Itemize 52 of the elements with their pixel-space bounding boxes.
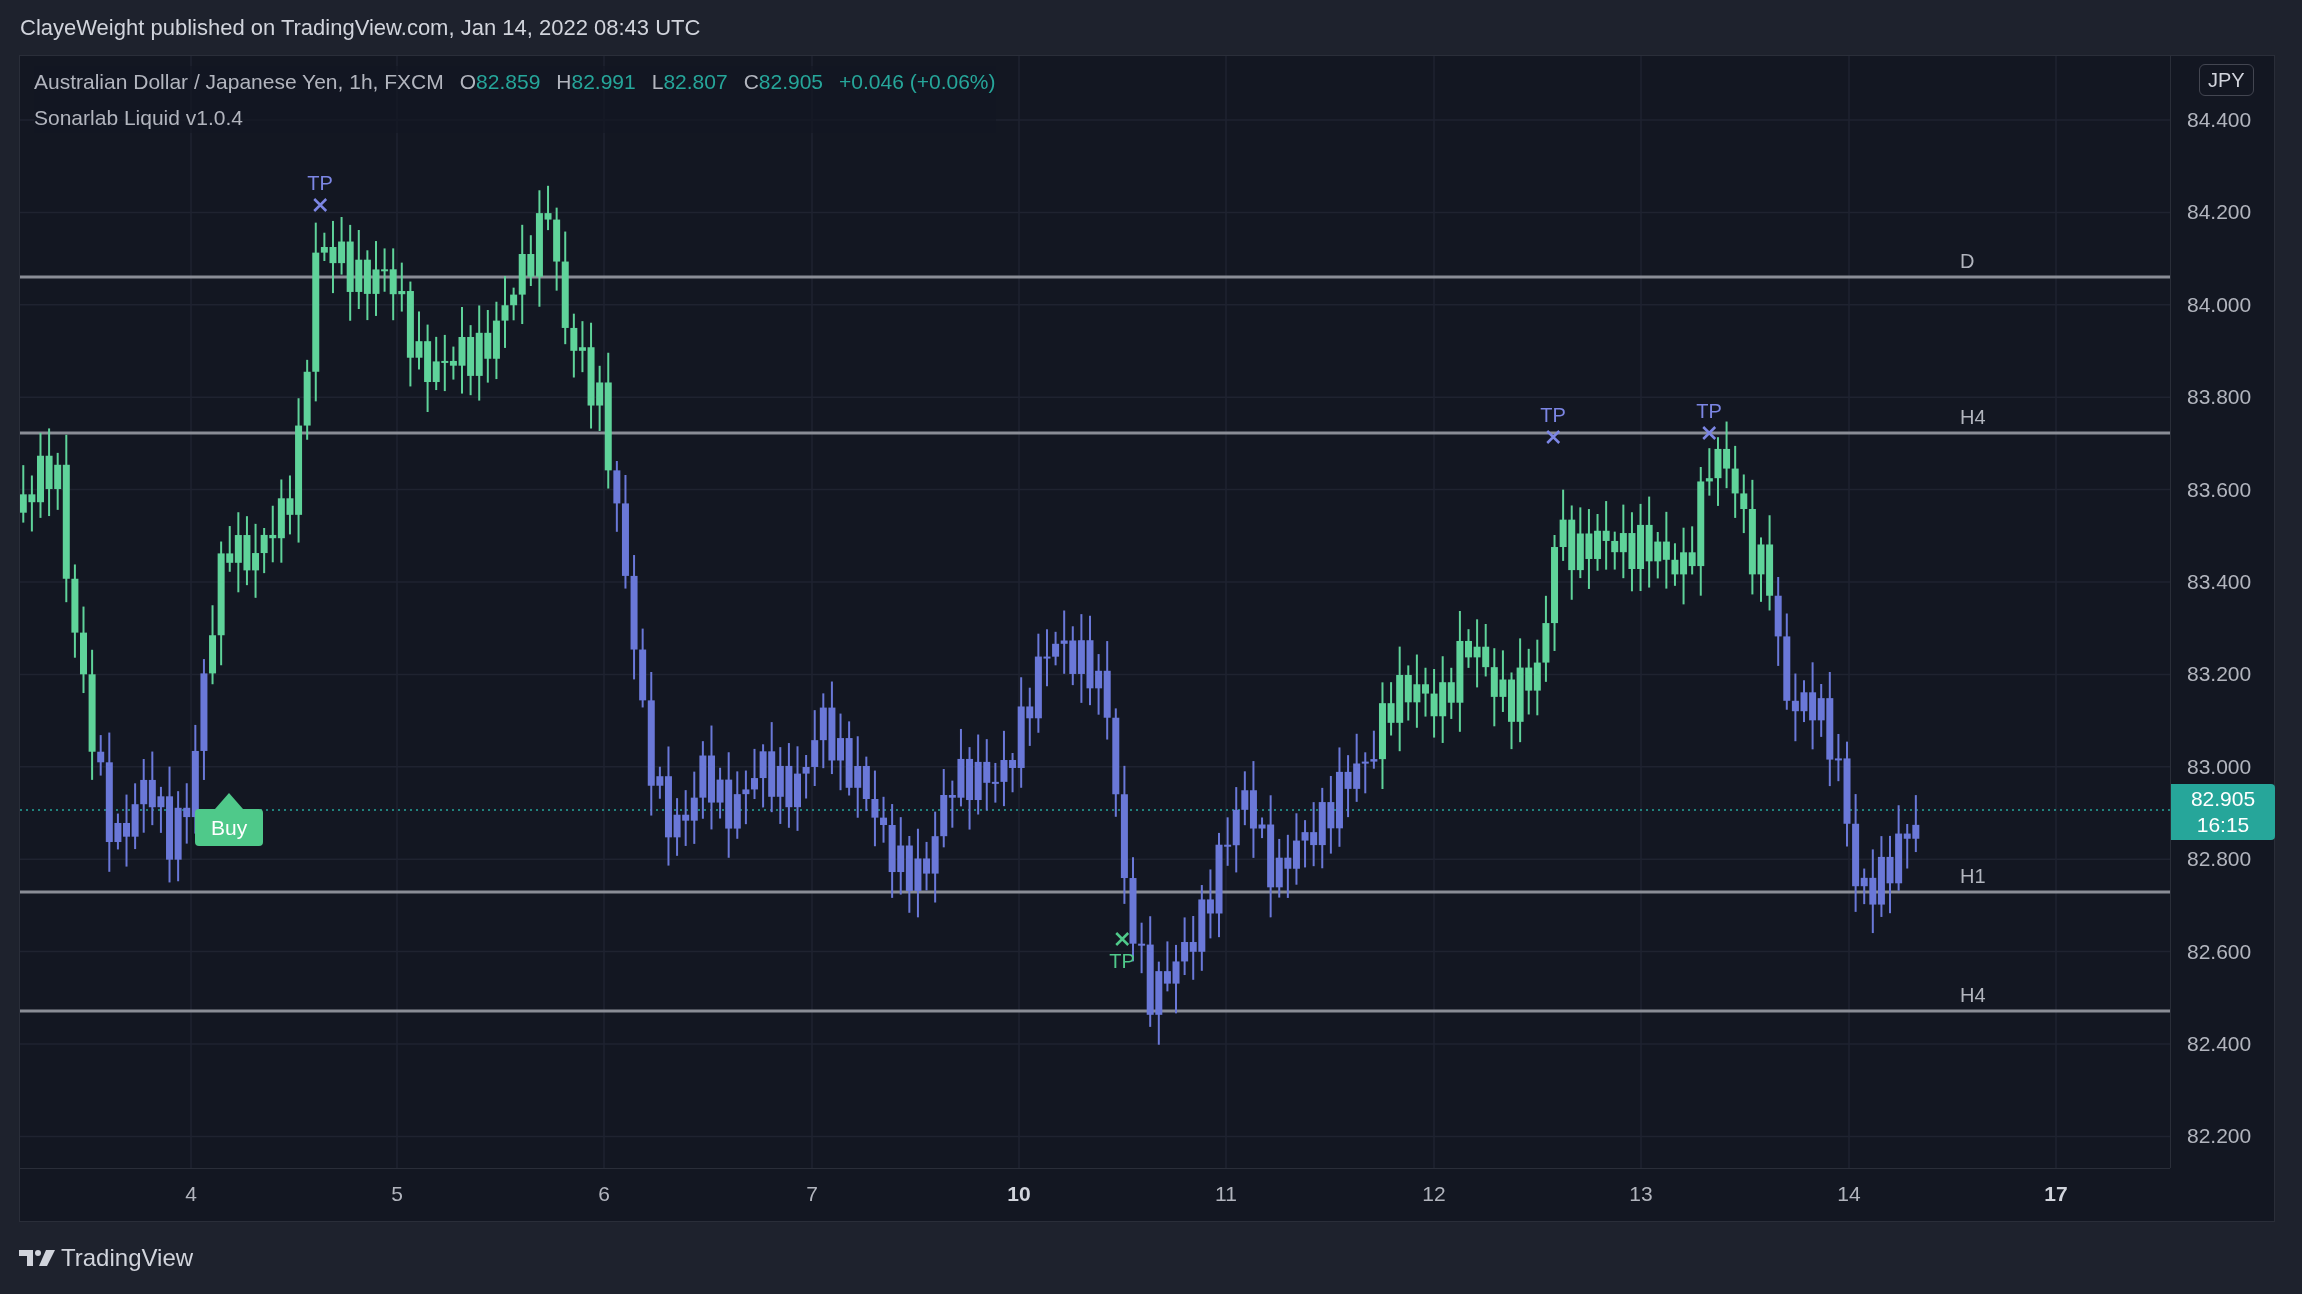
tp-label: TP [1696, 401, 1722, 421]
price-axis-label: 83.600 [2187, 478, 2252, 500]
time-axis-label: 12 [1422, 1183, 1446, 1204]
tp-label: TP [307, 173, 333, 193]
triangle-icon [215, 793, 244, 809]
logo-text: TradingView [61, 1243, 194, 1273]
time-axis-label: 17 [2044, 1183, 2068, 1204]
publisher-line: ClayeWeight published on TradingView.com, Jan 14, 2022 08:43 UTC [20, 14, 701, 42]
time-axis-label: 11 [1215, 1183, 1237, 1204]
ohlc-value: 82.859 [476, 69, 541, 95]
currency-badge: JPY [2199, 64, 2254, 96]
cross-icon [1545, 429, 1561, 445]
ohlc-value: 82.905 [758, 69, 824, 95]
price-axis-label: 84.200 [2187, 201, 2252, 223]
ohlc-label: C [743, 69, 759, 95]
time-axis-label: 13 [1629, 1183, 1653, 1204]
tradingview-logo-icon [19, 1248, 55, 1268]
price-axis-label: 82.400 [2187, 1033, 2252, 1054]
price-axis-label: 84.400 [2187, 109, 2252, 130]
cross-icon [1701, 425, 1717, 441]
ohlc-value: 82.991 [571, 69, 636, 95]
indicator-name: Sonarlab Liquid v1.0.4 [34, 104, 243, 131]
time-axis-label: 4 [185, 1183, 197, 1204]
cross-icon [1114, 931, 1130, 947]
price-axis-label: 82.200 [2187, 1125, 2252, 1147]
time-axis-label: 7 [806, 1183, 818, 1204]
time-axis-label: 6 [598, 1183, 610, 1204]
bar-countdown: 16:15 [2196, 812, 2250, 838]
time-axis-label: 5 [391, 1183, 403, 1204]
ohlc-label: L [651, 69, 664, 95]
last-price: 82.905 [2190, 786, 2256, 812]
level-label: D [1960, 251, 1975, 271]
level-label: H1 [1960, 866, 1986, 886]
level-label: H4 [1960, 407, 1986, 427]
price-axis-label: 83.000 [2187, 755, 2252, 777]
time-axis-label: 10 [1007, 1183, 1031, 1204]
price-axis-label: 83.200 [2187, 663, 2252, 685]
cross-icon [312, 197, 328, 213]
ohlc-label: H [556, 69, 572, 95]
tp-label: TP [1109, 951, 1135, 971]
time-axis-label: 14 [1837, 1183, 1861, 1204]
ohlc-label: O [459, 69, 477, 95]
price-axis-label: 84.000 [2187, 293, 2252, 315]
price-axis-label: 82.600 [2187, 940, 2252, 962]
tp-label: TP [1540, 405, 1566, 425]
price-axis-label: 82.800 [2187, 848, 2252, 870]
price-axis-label: 83.800 [2187, 386, 2252, 408]
ohlc-value: 82.807 [663, 69, 728, 95]
level-label: H4 [1960, 985, 1986, 1005]
price-change: +0.046 (+0.06%) [839, 69, 996, 95]
symbol-title: Australian Dollar / Japanese Yen, 1h, FXCM [34, 69, 444, 95]
price-axis-label: 83.400 [2187, 571, 2252, 592]
